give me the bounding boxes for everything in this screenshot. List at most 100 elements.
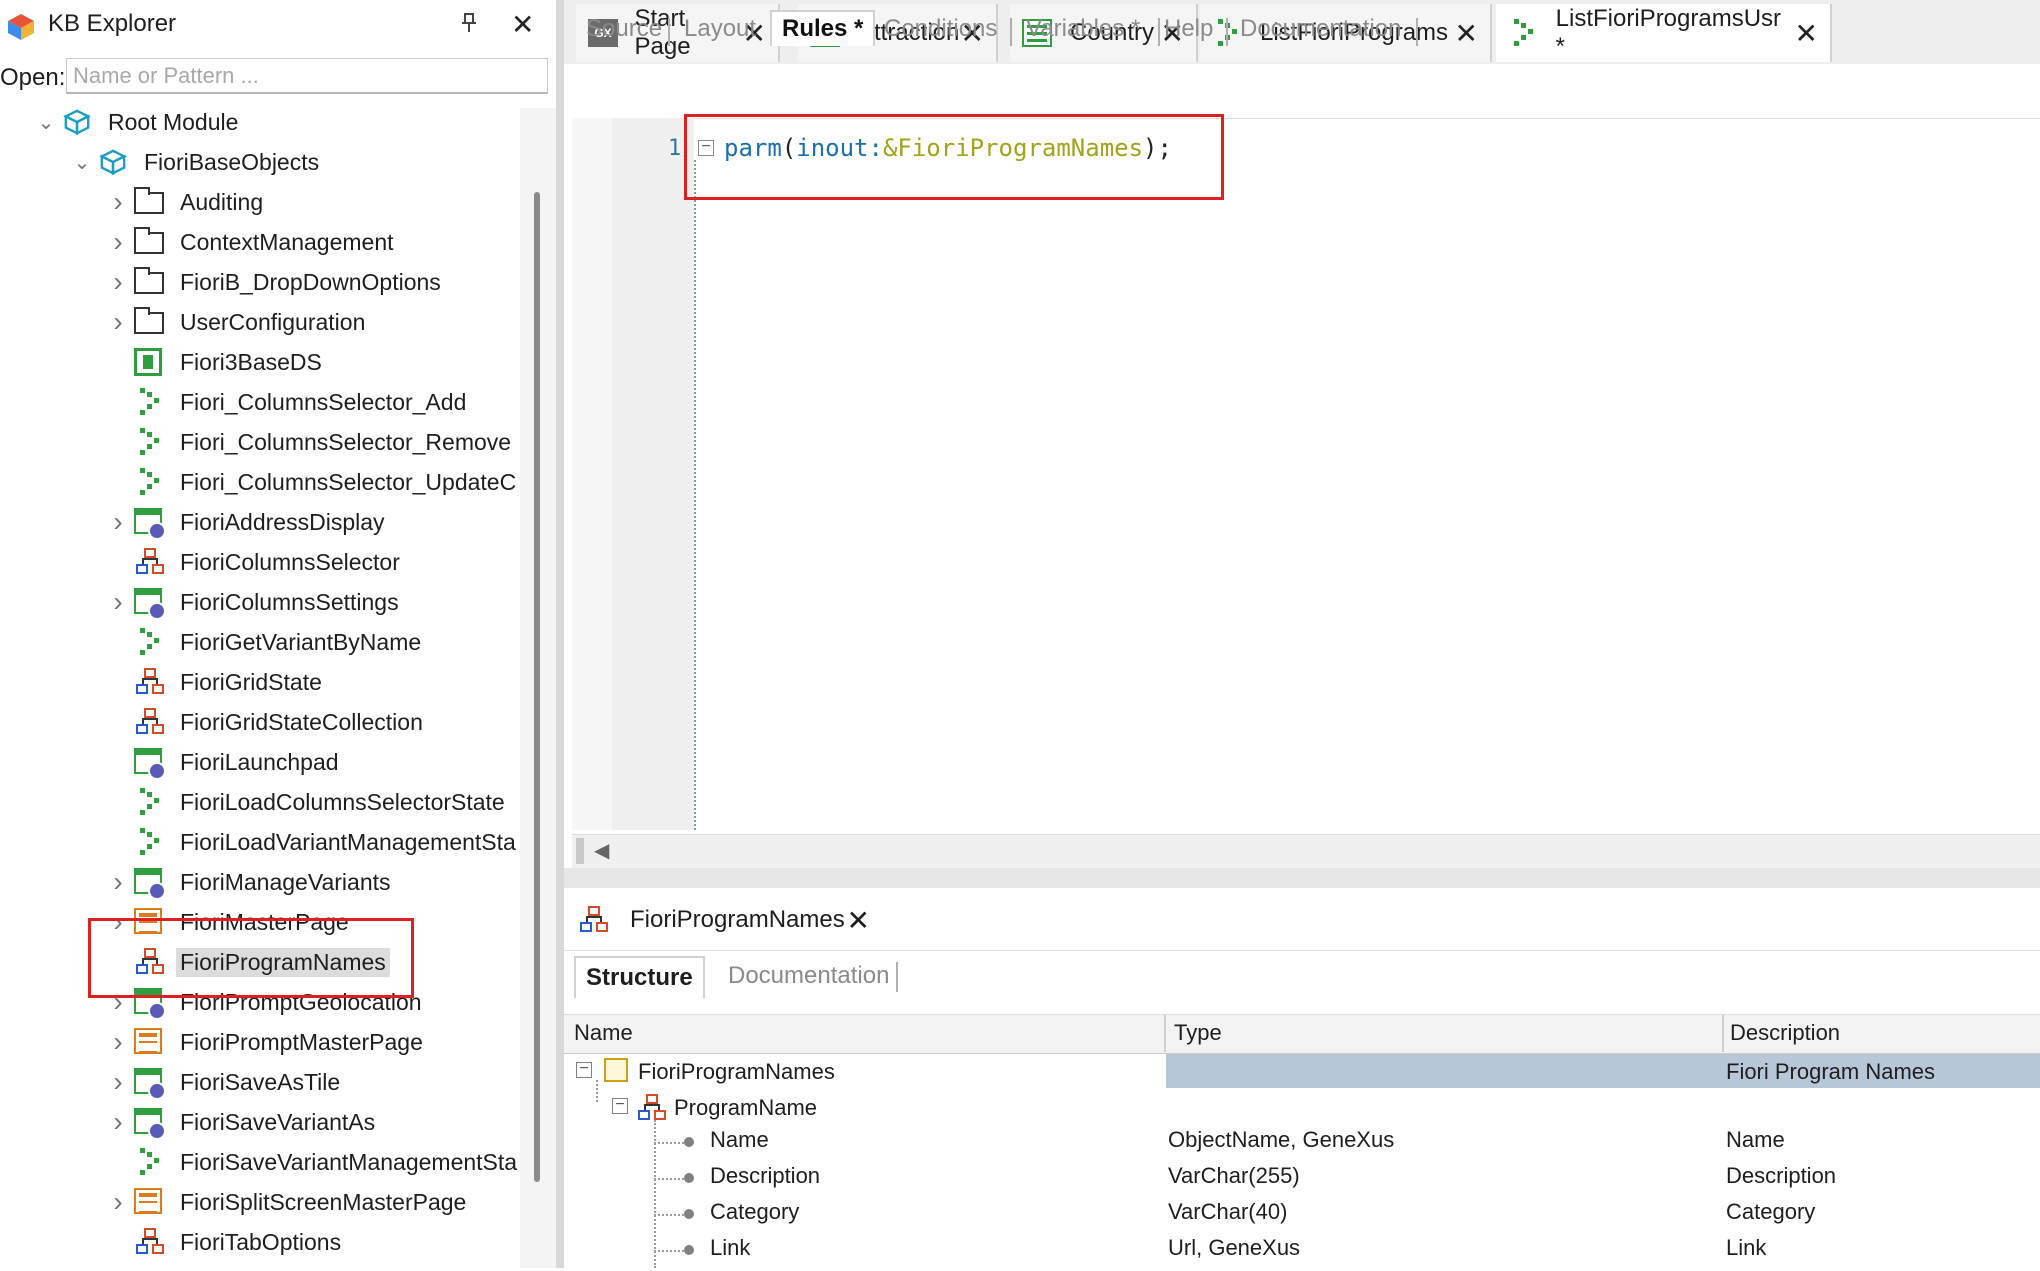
- item-bullet-icon: [684, 1173, 694, 1183]
- chevron-right-icon[interactable]: ›: [108, 186, 128, 218]
- close-tab-icon[interactable]: ✕: [1455, 17, 1478, 50]
- tree-item[interactable]: › UserConfiguration: [113, 302, 369, 342]
- tab-layout[interactable]: Layout: [674, 12, 766, 46]
- tree-item-label: Auditing: [180, 188, 264, 215]
- pin-icon[interactable]: [460, 12, 478, 40]
- tree-item[interactable]: Fiori_ColumnsSelector_Remove: [134, 422, 515, 462]
- tree-item[interactable]: FioriLaunchpad: [134, 742, 343, 782]
- tree-item[interactable]: FioriGetVariantByName: [134, 622, 425, 662]
- tree-item-label: ContextManagement: [180, 228, 394, 255]
- chevron-right-icon[interactable]: ›: [108, 1186, 128, 1218]
- close-tab-icon[interactable]: ✕: [1795, 17, 1818, 50]
- row-description: Description: [1726, 1163, 1837, 1188]
- table-row[interactable]: ProgramName: [632, 1092, 1152, 1128]
- tree-item[interactable]: FioriSaveVariantManagementSta: [134, 1142, 520, 1182]
- chevron-down-icon[interactable]: ⌄: [36, 110, 56, 135]
- chevron-right-icon[interactable]: ›: [108, 506, 128, 538]
- close-kb-explorer-icon[interactable]: ✕: [511, 8, 534, 41]
- line-number: 1: [668, 136, 682, 161]
- tree-item-label: FioriSaveAsTile: [180, 1068, 341, 1095]
- close-tab-icon[interactable]: ✕: [847, 904, 870, 937]
- pane-splitter[interactable]: [556, 0, 564, 1268]
- procedure-icon: [134, 626, 166, 658]
- code-editor[interactable]: [572, 118, 2040, 831]
- tree-item[interactable]: › FioriManageVariants: [113, 862, 395, 902]
- chevron-right-icon[interactable]: ›: [108, 1066, 128, 1098]
- tree-item[interactable]: ⌄ Root Module: [38, 102, 242, 142]
- tree-item[interactable]: › FioriSplitScreenMasterPage: [113, 1182, 470, 1222]
- chevron-down-icon[interactable]: ⌄: [72, 150, 92, 175]
- kb-tree: ⌄ Root Module ⌄ FioriBaseObjects › Auditing › C…: [0, 102, 520, 1268]
- design-system-icon: [134, 346, 166, 378]
- chevron-right-icon[interactable]: ›: [108, 1106, 128, 1138]
- collapse-toggle-icon[interactable]: −: [576, 1061, 592, 1078]
- tab-rules[interactable]: Rules *: [770, 10, 876, 46]
- table-row[interactable]: FioriProgramNames: [600, 1056, 1160, 1092]
- chevron-right-icon[interactable]: ›: [108, 266, 128, 298]
- chevron-right-icon[interactable]: ›: [108, 586, 128, 618]
- collapse-toggle-icon[interactable]: −: [612, 1097, 628, 1114]
- row-name[interactable]: Name: [710, 1127, 769, 1163]
- line-number-margin: [612, 118, 694, 830]
- open-search-input[interactable]: [66, 58, 548, 94]
- tree-item[interactable]: Fiori3BaseDS: [134, 342, 326, 382]
- tree-item[interactable]: › Auditing: [113, 182, 267, 222]
- webpanel-icon: [134, 866, 166, 900]
- tree-item[interactable]: › ContextManagement: [113, 222, 398, 262]
- column-header-type[interactable]: Type: [1174, 1020, 1222, 1046]
- row-description: Category: [1726, 1199, 1816, 1224]
- tree-item[interactable]: › FioriSaveAsTile: [113, 1062, 344, 1102]
- tab-listfioriprogramsusr[interactable]: ListFioriProgramsUsr * ✕: [1496, 4, 1832, 62]
- tab-source[interactable]: Source: [576, 12, 672, 46]
- row-name[interactable]: Link: [710, 1235, 750, 1271]
- item-bullet-icon: [684, 1245, 694, 1255]
- highlight-box-code: [684, 114, 1224, 200]
- module-icon: [62, 106, 94, 138]
- chevron-right-icon[interactable]: ›: [108, 306, 128, 338]
- tab-fioriprogramnames[interactable]: FioriProgramNames ✕: [570, 890, 882, 950]
- tree-item[interactable]: › FioriColumnsSettings: [113, 582, 403, 622]
- scroll-left-icon[interactable]: ◀: [594, 838, 609, 863]
- tree-item[interactable]: › FioriAddressDisplay: [113, 502, 389, 542]
- tab-structure[interactable]: Structure: [574, 956, 705, 998]
- item-bullet-icon: [684, 1137, 694, 1147]
- masterpage-icon: [134, 1026, 166, 1058]
- tree-item[interactable]: › FioriB_DropDownOptions: [113, 262, 445, 302]
- tree-item[interactable]: › FioriPromptMasterPage: [113, 1022, 427, 1062]
- tree-item[interactable]: FioriLoadColumnsSelectorState: [134, 782, 509, 822]
- sdt-root-icon: [604, 1058, 632, 1086]
- object-part-tabs: [564, 64, 2040, 116]
- sdt-icon: [134, 546, 166, 578]
- column-separator[interactable]: [1164, 1014, 1166, 1052]
- row-name[interactable]: Category: [710, 1199, 799, 1235]
- tree-item-label: FioriLaunchpad: [180, 748, 339, 775]
- kb-tree-scrollbar-thumb[interactable]: [534, 192, 540, 1182]
- sdt-icon: [134, 706, 166, 738]
- chevron-right-icon[interactable]: ›: [108, 226, 128, 258]
- tree-item[interactable]: Fiori_ColumnsSelector_Add: [134, 382, 470, 422]
- chevron-right-icon[interactable]: ›: [108, 1026, 128, 1058]
- tab-help[interactable]: Help: [1154, 12, 1223, 46]
- tab-documentation[interactable]: Documentation: [718, 956, 899, 996]
- column-separator[interactable]: [1722, 1014, 1724, 1052]
- tree-item[interactable]: FioriTabOptions: [134, 1222, 345, 1262]
- tree-item[interactable]: FioriGridState: [134, 662, 326, 702]
- tree-item[interactable]: › FioriSaveVariantAs: [113, 1102, 379, 1142]
- row-description: Name: [1726, 1127, 1785, 1152]
- column-header-description[interactable]: Description: [1730, 1020, 1840, 1046]
- editor-horizontal-scrollbar[interactable]: [572, 834, 2040, 869]
- tab-conditions[interactable]: Conditions: [874, 12, 1007, 46]
- tree-item[interactable]: FioriGridStateCollection: [134, 702, 427, 742]
- tree-item-label: FioriColumnsSettings: [180, 588, 399, 615]
- column-header-name[interactable]: Name: [574, 1020, 633, 1046]
- tree-item[interactable]: ⌄ FioriBaseObjects: [74, 142, 323, 182]
- tab-variables[interactable]: Variables *: [1016, 12, 1150, 46]
- tab-documentation[interactable]: Documentation: [1230, 12, 1411, 46]
- chevron-right-icon[interactable]: ›: [108, 866, 128, 898]
- tree-item[interactable]: Fiori_ColumnsSelector_UpdateC: [134, 462, 520, 502]
- tree-item[interactable]: FioriLoadVariantManagementSta: [134, 822, 520, 862]
- webpanel-icon: [134, 586, 166, 620]
- tree-item-label: Fiori_ColumnsSelector_Remove: [180, 428, 512, 455]
- row-name[interactable]: Description: [710, 1163, 820, 1199]
- tree-item[interactable]: FioriColumnsSelector: [134, 542, 404, 582]
